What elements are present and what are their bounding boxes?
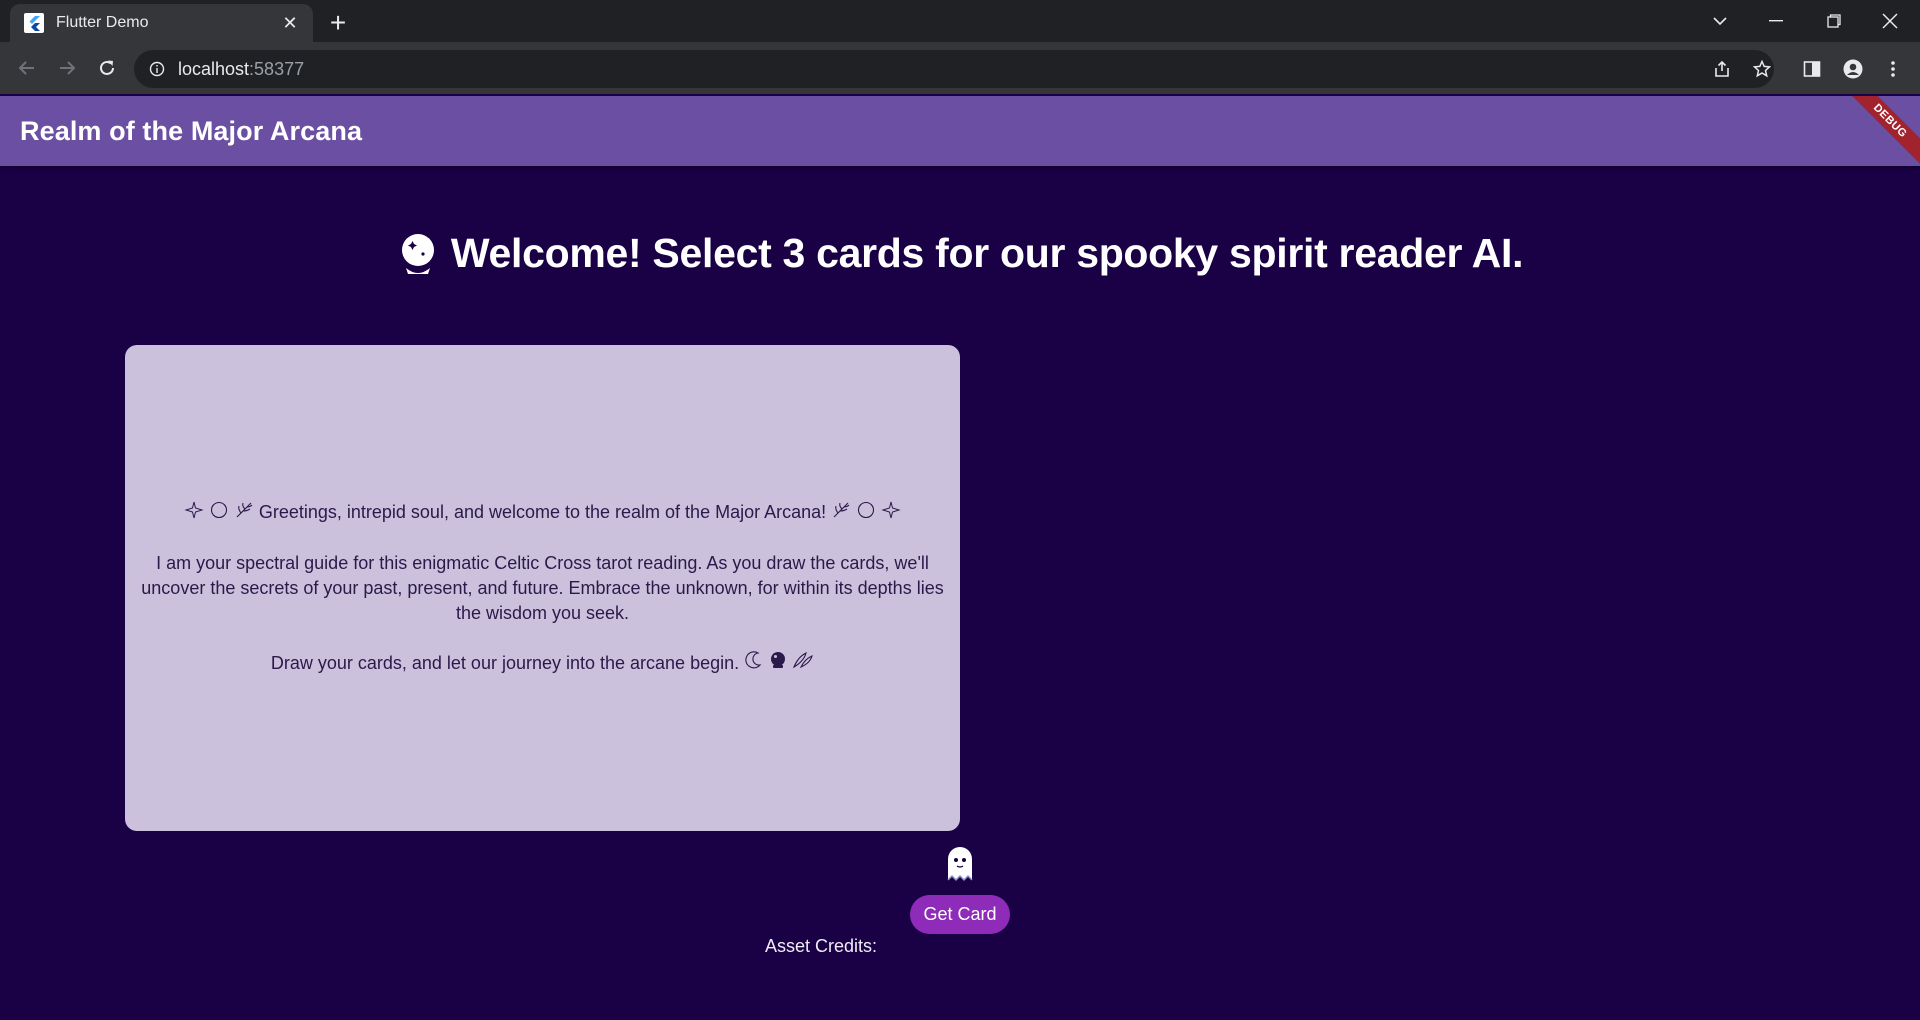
reload-icon[interactable] <box>91 52 123 84</box>
app-bar: Realm of the Major Arcana DEBUG <box>0 96 1920 166</box>
new-tab-icon[interactable]: + <box>323 8 353 38</box>
closing-text: Draw your cards, and let our journey int… <box>270 652 740 673</box>
sparkle-icon <box>184 501 204 526</box>
circle-icon <box>209 501 229 526</box>
welcome-heading: Welcome! Select 3 cards for our spooky s… <box>0 230 1920 277</box>
menu-kebab-icon[interactable] <box>1876 52 1910 86</box>
side-panel-icon[interactable] <box>1795 52 1829 86</box>
restore-icon[interactable] <box>1806 0 1862 42</box>
herb-icon <box>831 501 851 526</box>
circle-icon <box>856 501 876 526</box>
url-port: :58377 <box>249 58 305 79</box>
share-icon[interactable] <box>1704 50 1740 88</box>
close-window-icon[interactable] <box>1862 0 1918 42</box>
profile-icon[interactable] <box>1836 52 1870 86</box>
url-host: localhost <box>178 58 250 79</box>
leaves-icon <box>792 651 814 676</box>
get-card-button[interactable]: Get Card <box>910 895 1010 934</box>
tab-title: Flutter Demo <box>56 14 149 31</box>
forward-icon[interactable] <box>51 52 83 84</box>
browser-tab-bar: Flutter Demo ✕ + <box>0 0 1920 42</box>
flutter-logo-icon <box>24 13 44 33</box>
welcome-text: Welcome! Select 3 cards for our spooky s… <box>450 230 1524 276</box>
crystal-ball-icon <box>397 231 439 277</box>
greeting-line: Greetings, intrepid soul, and welcome to… <box>184 500 901 526</box>
greeting-text: Greetings, intrepid soul, and welcome to… <box>258 501 827 522</box>
debug-banner: DEBUG <box>1834 96 1920 166</box>
app-title: Realm of the Major Arcana <box>20 115 363 146</box>
browser-tab[interactable]: Flutter Demo ✕ <box>10 4 313 42</box>
spirit-reader-card: Greetings, intrepid soul, and welcome to… <box>125 345 960 831</box>
intro-paragraph: I am your spectral guide for this enigma… <box>141 552 944 623</box>
back-icon[interactable] <box>11 52 43 84</box>
address-bar[interactable]: localhost:58377 <box>134 50 1774 88</box>
site-info-icon[interactable] <box>148 60 166 78</box>
tab-close-icon[interactable]: ✕ <box>279 12 301 34</box>
tab-search-icon[interactable] <box>1692 0 1748 42</box>
closing-line: Draw your cards, and let our journey int… <box>271 651 814 677</box>
sparkle-icon <box>881 501 901 526</box>
herb-icon <box>234 501 254 526</box>
bookmark-star-icon[interactable] <box>1744 50 1780 88</box>
ghost-icon <box>940 843 980 883</box>
asset-credits-label: Asset Credits: <box>765 936 878 956</box>
crystal-ball-icon <box>769 651 787 676</box>
minimize-icon[interactable] <box>1748 0 1804 42</box>
crescent-moon-icon <box>744 651 764 676</box>
